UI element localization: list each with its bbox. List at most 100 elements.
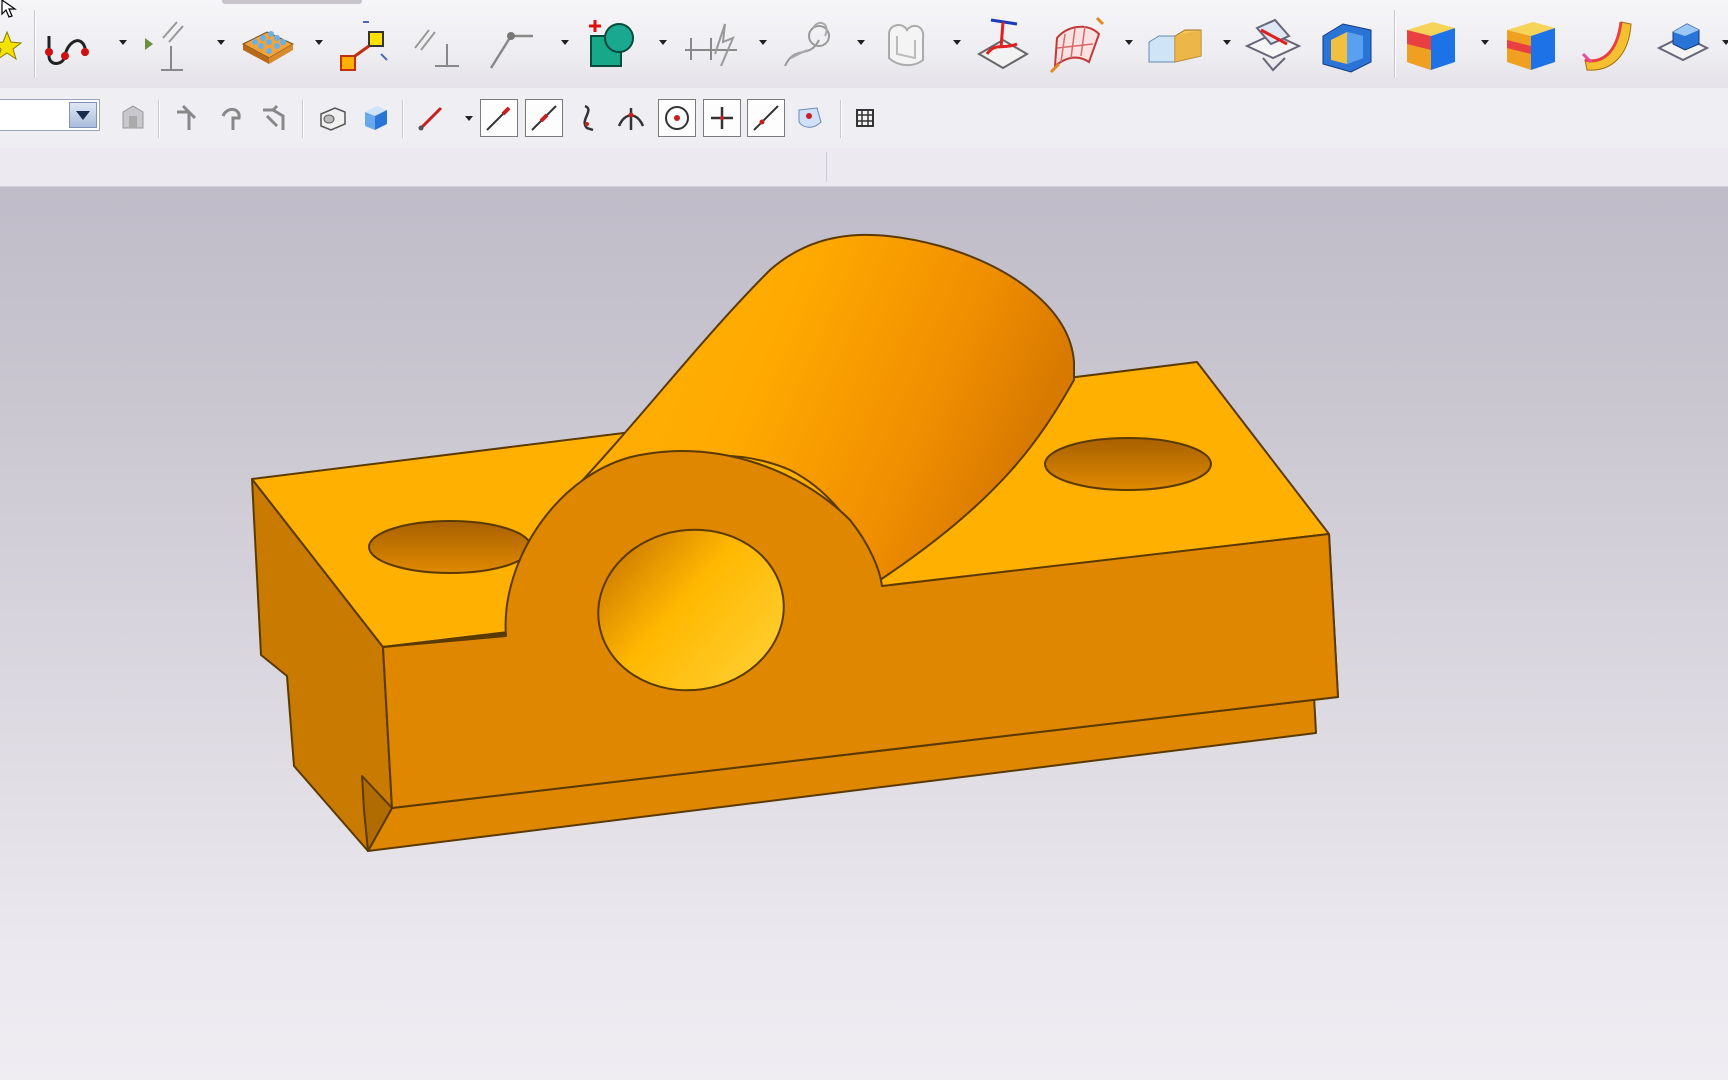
- mesh-surface-dropdown[interactable]: [1125, 40, 1133, 45]
- section-surface-button[interactable]: [972, 10, 1034, 78]
- curve-constraint-icon: [784, 21, 830, 67]
- curve-constraint-button[interactable]: [778, 10, 840, 78]
- quadrant-point-button[interactable]: [703, 99, 741, 137]
- add-shape-button[interactable]: [584, 10, 646, 78]
- tangent-curves-icon: [263, 104, 285, 130]
- line-point-button[interactable]: [480, 10, 542, 78]
- view-cube-button[interactable]: [1652, 10, 1714, 78]
- mesh-surface-button[interactable]: [1046, 10, 1108, 78]
- end-point-icon: [486, 106, 511, 131]
- plane-cut-icon: [1244, 18, 1302, 72]
- intersection-point-button[interactable]: [612, 99, 650, 137]
- mounting-hole-left: [368, 520, 532, 574]
- toolbar-separator: [34, 10, 35, 78]
- solid-blocks-dropdown[interactable]: [1223, 40, 1231, 45]
- plane-cut-button[interactable]: [1242, 10, 1304, 78]
- selection-toolbar: [0, 88, 1728, 149]
- selection-filter-combo[interactable]: [0, 99, 100, 131]
- shell-button[interactable]: [1316, 10, 1378, 78]
- cue-line: [0, 148, 1728, 187]
- grid-icon: [856, 109, 874, 127]
- curve-rule-button[interactable]: [170, 99, 208, 137]
- tangent-curves-button[interactable]: [256, 99, 294, 137]
- offset-lines-button[interactable]: [406, 10, 468, 78]
- parallel-perpendicular-dropdown[interactable]: [217, 40, 225, 45]
- solid-blocks-button[interactable]: [1144, 10, 1206, 78]
- point-on-face-button[interactable]: [790, 99, 828, 137]
- mid-point-button[interactable]: [525, 99, 563, 137]
- end-point-button[interactable]: [480, 99, 518, 137]
- blue-block-button[interactable]: [1400, 10, 1462, 78]
- face-select-button[interactable]: [356, 99, 394, 137]
- sketch-star-icon: [0, 30, 23, 61]
- point-on-face-icon: [798, 107, 822, 128]
- point-on-curve-icon: [753, 105, 779, 131]
- toolbar-separator: [1394, 10, 1395, 78]
- mid-point-icon: [531, 105, 557, 131]
- body-select-button[interactable]: [314, 99, 352, 137]
- bounded-plane-dropdown[interactable]: [953, 40, 961, 45]
- feature-curve-button[interactable]: [214, 99, 252, 137]
- view-cube-dropdown[interactable]: [1722, 40, 1728, 45]
- dimension-dropdown[interactable]: [759, 40, 767, 45]
- line-select-button[interactable]: [412, 99, 450, 137]
- offset-lines-icon: [414, 29, 459, 67]
- bounded-plane-button[interactable]: [876, 10, 938, 78]
- parallel-perpendicular-button[interactable]: [138, 10, 200, 78]
- view-cube-icon: [1656, 23, 1710, 62]
- mouse-pointer-icon: [1, 0, 17, 18]
- body-select-icon: [320, 107, 346, 131]
- add-shape-dropdown[interactable]: [659, 40, 667, 45]
- curved-sheet-button[interactable]: [1576, 10, 1638, 78]
- face-select-icon: [365, 106, 387, 130]
- point-on-curve-button[interactable]: [747, 99, 785, 137]
- chevron-down-icon[interactable]: [69, 102, 97, 128]
- graphics-viewport[interactable]: [0, 0, 1728, 1080]
- feature-curve-icon: [221, 108, 241, 130]
- curve-rule-icon: [177, 104, 197, 130]
- line-point-icon: [489, 32, 533, 69]
- line-select-dropdown[interactable]: [465, 116, 473, 121]
- grid-button[interactable]: [846, 99, 884, 137]
- dimension-button[interactable]: [680, 10, 742, 78]
- toolbar-tab-hint: [222, 0, 362, 4]
- quadrant-point-icon: [711, 107, 733, 129]
- intersection-point-icon: [617, 108, 645, 130]
- control-point-button[interactable]: [570, 99, 608, 137]
- studio-spline-dropdown[interactable]: [119, 40, 127, 45]
- arc-center-button[interactable]: [658, 99, 696, 137]
- dimension-icon: [685, 23, 737, 67]
- control-point-icon: [583, 104, 594, 132]
- add-shape-icon: [589, 20, 634, 67]
- solid-blocks-icon: [1148, 29, 1202, 63]
- line-point-dropdown[interactable]: [561, 40, 569, 45]
- curved-sheet-icon: [1581, 21, 1632, 71]
- toolbar-separator: [158, 100, 159, 138]
- orange-block-icon: [1507, 22, 1555, 70]
- shell-icon: [1322, 23, 1372, 73]
- toolbar-separator: [840, 100, 841, 138]
- pattern-feature-icon: [241, 31, 295, 64]
- cue-line-divider: [826, 152, 827, 182]
- section-surface-icon: [977, 18, 1029, 70]
- curve-constraint-dropdown[interactable]: [857, 40, 865, 45]
- scale-body-icon: [340, 21, 388, 71]
- blue-block-icon: [1407, 22, 1455, 70]
- snap-settings-icon: [122, 105, 144, 129]
- snap-settings-button[interactable]: [114, 99, 152, 137]
- studio-spline-button[interactable]: [40, 10, 102, 78]
- toolbar-separator: [302, 100, 303, 138]
- blue-block-dropdown[interactable]: [1481, 40, 1489, 45]
- pattern-feature-dropdown[interactable]: [315, 40, 323, 45]
- orange-block-button[interactable]: [1500, 10, 1562, 78]
- line-select-icon: [418, 106, 443, 131]
- scale-body-button[interactable]: [334, 10, 396, 78]
- mesh-surface-icon: [1049, 16, 1105, 74]
- mounting-hole-right: [1044, 437, 1212, 491]
- main-toolbar: [0, 0, 1728, 89]
- pattern-feature-button[interactable]: [236, 10, 298, 78]
- parallel-perpendicular-icon: [145, 21, 184, 71]
- bounded-plane-icon: [888, 24, 925, 66]
- bearing-bracket-3d-model[interactable]: [0, 187, 1728, 1080]
- sketch-star-button[interactable]: [0, 10, 28, 78]
